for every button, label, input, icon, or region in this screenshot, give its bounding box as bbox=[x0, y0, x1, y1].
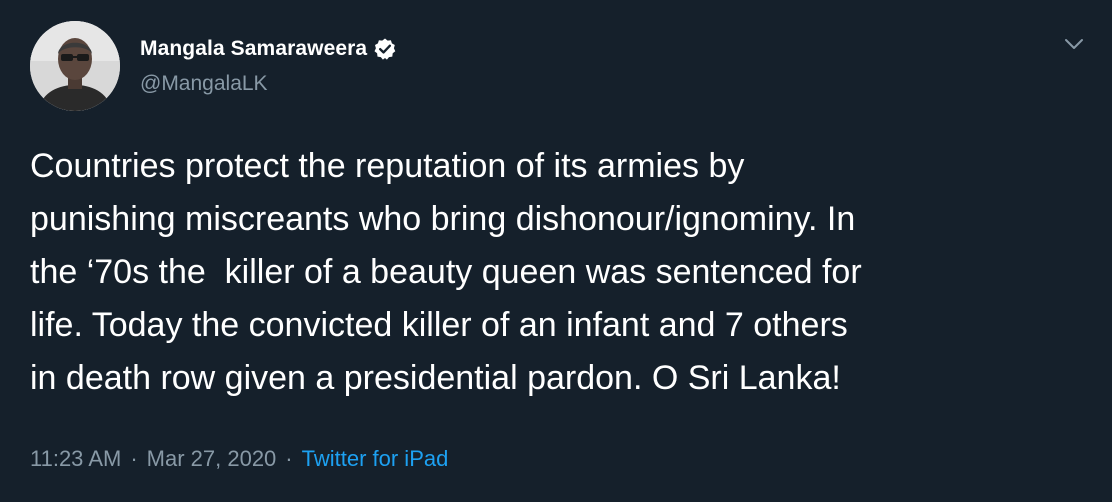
avatar-image bbox=[30, 21, 120, 111]
tweet-date[interactable]: Mar 27, 2020 bbox=[147, 446, 277, 472]
author-name-row: Mangala Samaraweera bbox=[140, 34, 397, 64]
meta-separator: · bbox=[130, 446, 138, 471]
tweet-menu-button[interactable] bbox=[1058, 28, 1090, 60]
avatar[interactable] bbox=[30, 21, 120, 111]
chevron-down-icon bbox=[1065, 39, 1083, 49]
tweet-text: Countries protect the reputation of its … bbox=[30, 140, 1100, 405]
tweet-text-line: life. Today the convicted killer of an i… bbox=[30, 306, 848, 344]
author-handle[interactable]: @MangalaLK bbox=[140, 72, 268, 96]
tweet-card: Mangala Samaraweera @MangalaLK Countries… bbox=[0, 0, 1112, 502]
tweet-text-line: the ‘70s the killer of a beauty queen wa… bbox=[30, 253, 862, 291]
tweet-time[interactable]: 11:23 AM bbox=[30, 446, 121, 472]
meta-separator: · bbox=[285, 446, 293, 471]
author-display-name[interactable]: Mangala Samaraweera bbox=[140, 37, 367, 61]
tweet-meta: 11:23 AM · Mar 27, 2020 · Twitter for iP… bbox=[30, 444, 448, 474]
tweet-text-line: Countries protect the reputation of its … bbox=[30, 147, 745, 185]
verified-badge-icon bbox=[373, 37, 397, 61]
tweet-source-link[interactable]: Twitter for iPad bbox=[302, 446, 449, 472]
tweet-text-line: punishing miscreants who bring dishonour… bbox=[30, 200, 856, 238]
tweet-text-line: in death row given a presidential pardon… bbox=[30, 359, 841, 397]
